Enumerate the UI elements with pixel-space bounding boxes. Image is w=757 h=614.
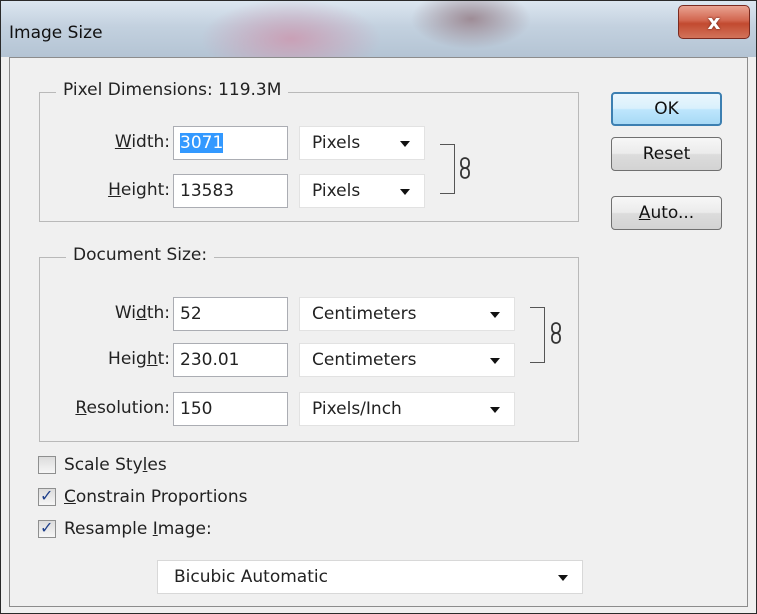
pixel-width-value: 3071 [180, 133, 224, 153]
resample-method-select[interactable]: Bicubic Automatic [157, 560, 583, 594]
chevron-down-icon [490, 358, 500, 364]
constrain-proportions-checkbox[interactable] [38, 486, 56, 506]
ok-button[interactable]: OK [611, 92, 722, 126]
doc-width-unit-select[interactable]: Centimeters [299, 297, 515, 331]
resolution-unit: Pixels/Inch [312, 399, 402, 419]
pixel-dimensions-label: Pixel Dimensions: [63, 80, 213, 100]
scale-styles-checkbox[interactable] [38, 456, 56, 474]
chain-link-icon [460, 157, 470, 179]
resample-method-value: Bicubic Automatic [174, 567, 328, 587]
pixel-height-input[interactable]: 13583 [173, 174, 288, 208]
auto-button[interactable]: Auto... [611, 196, 722, 230]
resolution-input[interactable]: 150 [173, 392, 288, 426]
doc-height-input[interactable]: 230.01 [173, 343, 288, 377]
doc-width-input[interactable]: 52 [173, 297, 288, 331]
doc-constrain-bracket [530, 307, 545, 363]
pixel-width-unit-select[interactable]: Pixels [299, 126, 425, 160]
resample-image-label[interactable]: Resample Image: [64, 519, 212, 539]
pixel-dimensions-size: 119.3M [218, 80, 282, 100]
chevron-down-icon [490, 407, 500, 413]
resolution-unit-select[interactable]: Pixels/Inch [299, 392, 515, 426]
chevron-down-icon [558, 575, 568, 581]
pixel-height-label: Height: [108, 180, 170, 200]
scale-styles-label[interactable]: Scale Styles [64, 455, 167, 475]
resolution-label: Resolution: [75, 398, 170, 418]
doc-width-label: Width: [114, 303, 170, 323]
constrain-proportions-label[interactable]: Constrain Proportions [64, 487, 247, 507]
close-button[interactable]: x [678, 5, 750, 39]
dialog-body: Pixel Dimensions: 119.3M Width: 3071 Pix… [9, 57, 748, 607]
resample-image-checkbox[interactable] [38, 518, 56, 538]
document-size-legend: Document Size: [66, 245, 215, 265]
pixel-height-unit: Pixels [312, 181, 361, 201]
close-icon: x [707, 10, 721, 34]
chevron-down-icon [400, 189, 410, 195]
pixel-width-label: Width: [114, 132, 170, 152]
pixel-constrain-bracket [440, 144, 455, 194]
pixel-width-unit: Pixels [312, 133, 361, 153]
doc-height-unit-select[interactable]: Centimeters [299, 343, 515, 377]
image-size-dialog: Image Size x Pixel Dimensions: 119.3M Wi… [0, 0, 757, 614]
title-bar[interactable]: Image Size x [1, 1, 756, 57]
pixel-height-unit-select[interactable]: Pixels [299, 174, 425, 208]
pixel-width-input[interactable]: 3071 [173, 126, 288, 160]
chain-link-icon [551, 322, 561, 344]
doc-width-value: 52 [180, 304, 202, 324]
resolution-value: 150 [180, 399, 213, 419]
chevron-down-icon [490, 312, 500, 318]
doc-height-label: Height: [108, 349, 170, 369]
doc-height-unit: Centimeters [312, 350, 417, 370]
reset-button[interactable]: Reset [611, 137, 722, 171]
doc-height-value: 230.01 [180, 350, 240, 370]
chevron-down-icon [400, 141, 410, 147]
pixel-height-value: 13583 [180, 181, 235, 201]
doc-width-unit: Centimeters [312, 304, 417, 324]
window-title: Image Size [9, 23, 103, 43]
pixel-dimensions-legend: Pixel Dimensions: 119.3M [56, 80, 289, 100]
